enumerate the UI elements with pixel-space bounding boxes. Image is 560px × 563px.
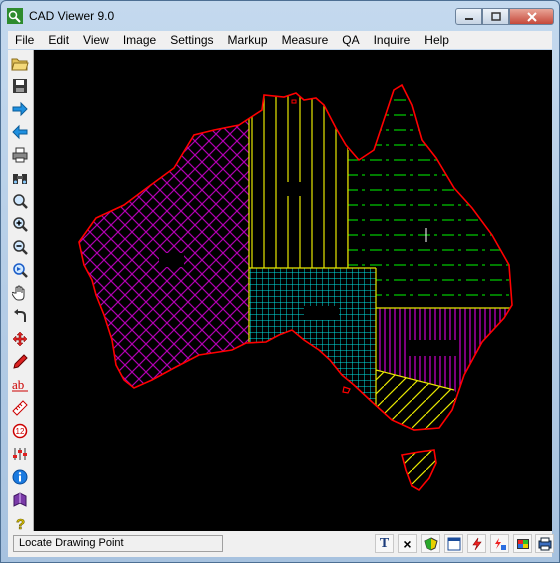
close-icon — [526, 11, 537, 22]
move-arrows-icon — [12, 331, 28, 347]
zoom-previous-icon — [13, 263, 28, 278]
maximize-icon — [490, 12, 501, 21]
menu-edit[interactable]: Edit — [41, 31, 76, 49]
status-message: Locate Drawing Point — [13, 535, 223, 552]
redline-layer-button[interactable] — [490, 534, 509, 553]
help-button[interactable]: ? — [10, 513, 30, 533]
zoom-out-button[interactable] — [10, 237, 30, 257]
x-mark-icon: × — [403, 535, 412, 552]
color-settings-button[interactable] — [513, 534, 532, 553]
dimension-button[interactable]: 12 — [10, 421, 30, 441]
print-button[interactable] — [10, 145, 30, 165]
menu-markup[interactable]: Markup — [221, 31, 275, 49]
status-bar: Locate Drawing Point T × — [8, 531, 554, 557]
zoom-out-icon — [13, 240, 28, 255]
minimize-button[interactable] — [455, 8, 482, 25]
menu-file[interactable]: File — [8, 31, 41, 49]
zoom-button[interactable] — [10, 191, 30, 211]
title-bar[interactable]: CAD Viewer 9.0 — [1, 1, 559, 31]
australia-map-drawing — [78, 84, 513, 492]
zoom-previous-button[interactable] — [10, 260, 30, 280]
menu-help[interactable]: Help — [417, 31, 456, 49]
draw-line-button[interactable] — [10, 352, 30, 372]
text-tool-button[interactable]: T — [375, 534, 394, 553]
shield-color-icon — [423, 536, 438, 551]
redline-button[interactable] — [467, 534, 486, 553]
arrow-left-icon — [12, 124, 28, 140]
move-button[interactable] — [10, 329, 30, 349]
manual-button[interactable] — [10, 490, 30, 510]
undo-button[interactable] — [10, 306, 30, 326]
window-frame-icon — [447, 537, 460, 550]
text-ab-icon: ab — [12, 377, 28, 392]
save-button[interactable] — [10, 76, 30, 96]
hand-pan-icon — [12, 285, 25, 301]
app-icon — [7, 8, 23, 24]
menu-view[interactable]: View — [76, 31, 116, 49]
svg-text:ab: ab — [12, 377, 24, 392]
open-button[interactable] — [10, 53, 30, 73]
book-icon — [13, 492, 27, 507]
lightning-icon — [471, 537, 482, 550]
pan-button[interactable] — [10, 283, 30, 303]
ruler-icon — [12, 400, 28, 416]
left-toolbar: ab 12 ? — [8, 50, 34, 531]
zoom-in-button[interactable] — [10, 214, 30, 234]
pencil-icon — [13, 354, 28, 369]
fill-button[interactable] — [421, 534, 440, 553]
text-t-icon: T — [379, 535, 390, 551]
binoculars-icon — [13, 174, 27, 184]
minimize-icon — [464, 17, 473, 20]
layers-button[interactable] — [10, 444, 30, 464]
lightning-layer-icon — [494, 537, 506, 550]
open-folder-icon — [11, 58, 29, 71]
menu-settings[interactable]: Settings — [163, 31, 220, 49]
menu-image[interactable]: Image — [116, 31, 163, 49]
save-disk-icon — [13, 79, 27, 93]
text-annotation-button[interactable]: ab — [10, 375, 30, 395]
printer-preview-icon — [538, 537, 551, 550]
menu-qa[interactable]: QA — [335, 31, 366, 49]
find-button[interactable] — [10, 168, 30, 188]
info-icon — [12, 469, 28, 485]
printer-icon — [12, 147, 28, 163]
back-button[interactable] — [10, 122, 30, 142]
delete-button[interactable]: × — [398, 534, 417, 553]
dimension-circle-icon: 12 — [12, 423, 28, 439]
zoom-in-icon — [13, 217, 28, 232]
print-preview-button[interactable] — [535, 534, 554, 553]
undo-arrow-icon — [14, 309, 26, 322]
menu-inquire[interactable]: Inquire — [367, 31, 418, 49]
svg-text:12: 12 — [16, 427, 25, 436]
maximize-button[interactable] — [482, 8, 509, 25]
arrow-right-icon — [12, 101, 28, 117]
magnifier-icon — [13, 194, 28, 209]
sliders-icon — [13, 448, 27, 460]
window-title: CAD Viewer 9.0 — [29, 9, 115, 23]
close-button[interactable] — [509, 8, 554, 25]
color-palette-icon — [516, 538, 529, 549]
question-mark-icon: ? — [16, 516, 26, 531]
forward-button[interactable] — [10, 99, 30, 119]
info-button[interactable] — [10, 467, 30, 487]
measure-distance-button[interactable] — [10, 398, 30, 418]
svg-text:?: ? — [16, 516, 25, 531]
menu-measure[interactable]: Measure — [275, 31, 336, 49]
app-window: CAD Viewer 9.0 File Edit View Image Sett… — [0, 0, 560, 563]
drawing-canvas[interactable] — [34, 50, 552, 531]
menu-bar: File Edit View Image Settings Markup Mea… — [8, 31, 552, 49]
window-view-button[interactable] — [444, 534, 463, 553]
